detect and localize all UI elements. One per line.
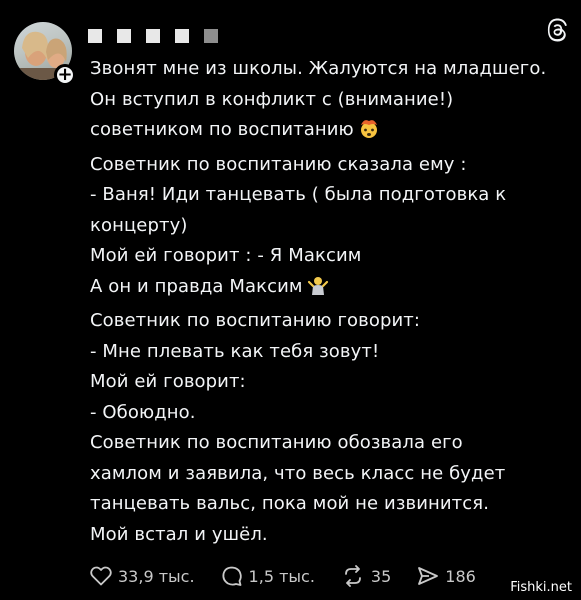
author-avatar-group[interactable]: + (14, 22, 76, 86)
post-line: - Обоюдно. (90, 401, 196, 423)
post-line: концерту) (90, 214, 188, 236)
post-line: Мой ей говорит : - Я Максим (90, 245, 362, 266)
post-line-text: советником по воспитанию (90, 119, 354, 140)
comment-icon (221, 566, 242, 586)
post-text: Звонят мне из школы. Жалуются на младшег… (90, 54, 570, 550)
repost-icon (345, 565, 361, 587)
share-icon (418, 567, 439, 585)
watermark: Fishki.net (507, 579, 575, 596)
exploding-head-emoji (358, 117, 380, 150)
author-name-redacted[interactable] (88, 28, 218, 44)
post-line: Советник по воспитанию сказала ему : (90, 153, 467, 175)
reply-count: 1,5 тыс. (248, 566, 315, 586)
post-line: советником по воспитанию (90, 115, 570, 150)
follow-plus-icon[interactable]: + (54, 64, 76, 86)
post-line-text: А он и правда Максим (90, 275, 303, 297)
post-line: Советник по воспитанию обозвала его (90, 432, 463, 453)
post-line: танцевать вальс, пока мой не извинится. (90, 493, 490, 514)
post-line: А он и правда Максим (90, 272, 570, 307)
post-line: хамлом и заявила, что весь класс не буде… (90, 462, 506, 484)
post-line: Мой ей говорит: (90, 371, 246, 392)
post-line: Звонят мне из школы. Жалуются на младшег… (90, 58, 547, 79)
threads-logo-icon (545, 18, 569, 46)
reply-button[interactable]: 1,5 тыс. (221, 565, 315, 587)
repost-count: 35 (370, 566, 392, 586)
share-count: 186 (445, 566, 476, 586)
heart-icon (90, 566, 112, 586)
like-button[interactable]: 33,9 тыс. (90, 566, 195, 586)
post-line: - Ваня! Иди танцевать ( была подготовка … (90, 184, 507, 205)
post-line: Мой встал и ушёл. (90, 523, 268, 545)
repost-button[interactable]: 35 (341, 565, 391, 587)
like-count: 33,9 тыс. (118, 566, 195, 586)
post-line: Советник по воспитанию говорит: (90, 310, 421, 331)
shrugging-person-emoji (307, 274, 329, 307)
post-line: - Мне плевать как тебя зовут! (90, 340, 380, 362)
share-button[interactable]: 186 (417, 566, 476, 586)
post-line: Он вступил в конфликт с (внимание!) (90, 88, 454, 110)
